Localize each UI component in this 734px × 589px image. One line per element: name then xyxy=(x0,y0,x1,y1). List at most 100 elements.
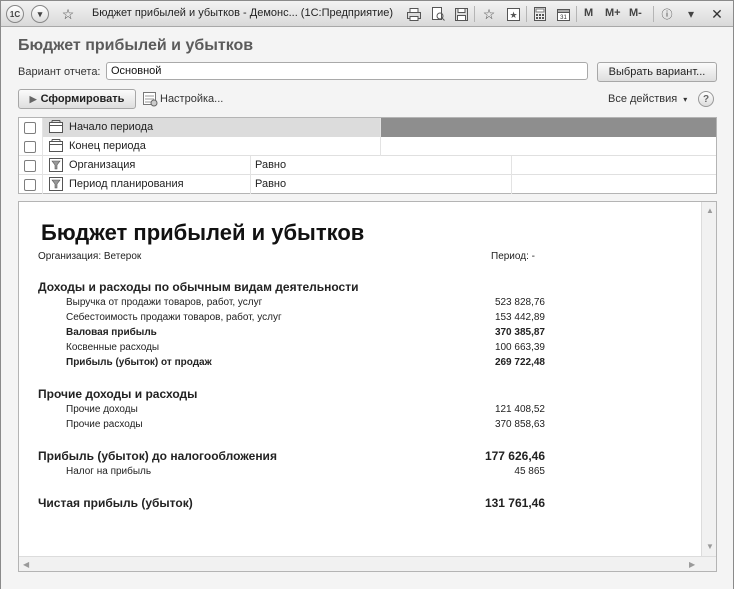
period-icon xyxy=(49,120,63,134)
report-row-value: 269 722,48 xyxy=(494,357,545,368)
scroll-up-icon[interactable]: ▲ xyxy=(706,206,714,215)
report-row-label: Валовая прибыль xyxy=(66,327,157,338)
svg-text:★: ★ xyxy=(509,10,517,20)
report-period: Период: - xyxy=(491,251,535,262)
print-preview-icon[interactable] xyxy=(429,5,447,23)
report-row-label: Прочие доходы xyxy=(66,404,138,415)
report-row-label: Прочие расходы xyxy=(66,419,143,430)
settings-name: Начало периода xyxy=(69,121,154,133)
window-menu-icon[interactable]: ▾ xyxy=(682,5,700,23)
report-row-label: Прибыль (убыток) от продаж xyxy=(66,357,212,368)
checkbox-cell xyxy=(19,156,43,175)
help-button[interactable]: ? xyxy=(698,91,714,107)
info-icon[interactable]: ⓘ xyxy=(658,5,676,23)
report-row-label: Выручка от продажи товаров, работ, услуг xyxy=(66,297,263,308)
window-title: Бюджет прибылей и убытков - Демонс... (1… xyxy=(92,7,394,19)
row-checkbox[interactable] xyxy=(24,160,36,172)
settings-row[interactable]: Начало периода xyxy=(19,118,716,137)
report-row-value: 370 385,87 xyxy=(494,327,545,338)
vertical-scrollbar[interactable]: ▲ ▼ xyxy=(701,202,716,556)
main-menu-button[interactable]: ▾ xyxy=(31,5,49,23)
settings-row[interactable]: Период планирования Равно xyxy=(19,175,716,194)
title-bar: 1С ▾ ☆ Бюджет прибылей и убытков - Демон… xyxy=(1,1,733,27)
report-row-label: Себестоимость продажи товаров, работ, ус… xyxy=(66,312,282,323)
memory-plus-button[interactable]: M+ xyxy=(605,7,621,19)
report-title: Бюджет прибылей и убытков xyxy=(41,220,365,245)
checkbox-cell xyxy=(19,118,43,137)
toolbar-separator xyxy=(653,6,654,22)
checkbox-cell xyxy=(19,175,43,194)
row-checkbox[interactable] xyxy=(24,122,36,134)
settings-name-cell: Конец периода xyxy=(43,137,381,156)
settings-button[interactable]: Настройка... xyxy=(160,93,223,105)
filter-icon xyxy=(49,177,63,191)
toolbar-separator xyxy=(526,6,527,22)
pretax-profit-label: Прибыль (убыток) до налогообложения xyxy=(38,449,277,463)
toolbar-separator xyxy=(474,6,475,22)
variant-field[interactable]: Основной xyxy=(106,62,588,80)
section-ordinary-title: Доходы и расходы по обычным видам деятел… xyxy=(38,280,359,294)
variant-label: Вариант отчета: xyxy=(18,66,101,78)
net-profit-label: Чистая прибыль (убыток) xyxy=(38,496,193,510)
settings-name: Конец периода xyxy=(69,140,146,152)
report-row-value: 100 663,39 xyxy=(494,342,545,353)
row-checkbox[interactable] xyxy=(24,141,36,153)
generate-button-label: Сформировать xyxy=(40,93,125,105)
filter-icon xyxy=(49,158,63,172)
tax-value: 45 865 xyxy=(514,466,545,477)
calculator-icon[interactable] xyxy=(531,5,549,23)
settings-value-cell[interactable] xyxy=(512,175,716,194)
settings-icon[interactable] xyxy=(142,91,158,107)
svg-text:31: 31 xyxy=(560,15,567,21)
settings-value-cell[interactable] xyxy=(381,118,716,137)
pretax-profit-value: 177 626,46 xyxy=(484,449,545,463)
close-icon[interactable]: ✕ xyxy=(709,6,725,22)
favorite-star-icon[interactable]: ☆ xyxy=(59,5,77,23)
save-icon[interactable] xyxy=(452,5,470,23)
settings-name-cell: Период планирования xyxy=(43,175,251,194)
add-favorite-icon[interactable]: ☆ xyxy=(480,5,498,23)
app-logo-icon[interactable]: 1С xyxy=(6,5,24,23)
settings-condition[interactable]: Равно xyxy=(251,175,512,194)
settings-value-cell[interactable] xyxy=(512,156,716,175)
settings-name: Организация xyxy=(69,159,136,171)
generate-button[interactable]: ▶ Сформировать xyxy=(18,89,136,109)
app-window: 1С ▾ ☆ Бюджет прибылей и убытков - Демон… xyxy=(0,0,734,589)
scroll-left-icon[interactable]: ◀ xyxy=(23,560,29,569)
report-document[interactable]: Бюджет прибылей и убытков Организация: В… xyxy=(18,201,717,572)
settings-condition[interactable]: Равно xyxy=(251,156,512,175)
settings-name-cell: Начало периода xyxy=(43,118,381,137)
favorites-list-icon[interactable]: ★ xyxy=(504,5,522,23)
scroll-right-icon[interactable]: ▶ xyxy=(689,560,695,569)
tax-label: Налог на прибыль xyxy=(66,466,152,477)
settings-name-cell: Организация xyxy=(43,156,251,175)
row-checkbox[interactable] xyxy=(24,179,36,191)
scroll-down-icon[interactable]: ▼ xyxy=(706,542,714,551)
section-other-title: Прочие доходы и расходы xyxy=(38,387,198,401)
net-profit-value: 131 761,46 xyxy=(484,496,545,510)
report-row-value: 153 442,89 xyxy=(494,312,545,323)
report-row-value: 523 828,76 xyxy=(494,297,545,308)
report-row-value: 370 858,63 xyxy=(494,419,545,430)
settings-name: Период планирования xyxy=(69,178,184,190)
calendar-icon[interactable]: 31 xyxy=(554,5,572,23)
all-actions-label: Все действия xyxy=(608,93,678,105)
report-organization: Организация: Ветерок xyxy=(38,251,142,262)
settings-grid: Начало периода Конец периода Организация xyxy=(18,117,717,194)
settings-value-cell[interactable] xyxy=(381,137,716,156)
report-row-value: 121 408,52 xyxy=(494,404,545,415)
checkbox-cell xyxy=(19,137,43,156)
memory-m-button[interactable]: M xyxy=(584,7,593,19)
all-actions-menu[interactable]: Все действия ▾ xyxy=(608,93,687,105)
form-title: Бюджет прибылей и убытков xyxy=(18,37,254,54)
toolbar-separator xyxy=(576,6,577,22)
memory-minus-button[interactable]: M- xyxy=(629,7,642,19)
play-icon: ▶ xyxy=(29,93,37,104)
settings-row[interactable]: Организация Равно xyxy=(19,156,716,175)
chevron-down-icon: ▾ xyxy=(683,95,688,104)
print-icon[interactable] xyxy=(405,5,423,23)
horizontal-scrollbar[interactable]: ◀ ▶ xyxy=(19,556,716,571)
report-form: Бюджет прибылей и убытков Вариант отчета… xyxy=(1,28,733,589)
settings-row[interactable]: Конец периода xyxy=(19,137,716,156)
select-variant-button[interactable]: Выбрать вариант... xyxy=(597,62,717,82)
